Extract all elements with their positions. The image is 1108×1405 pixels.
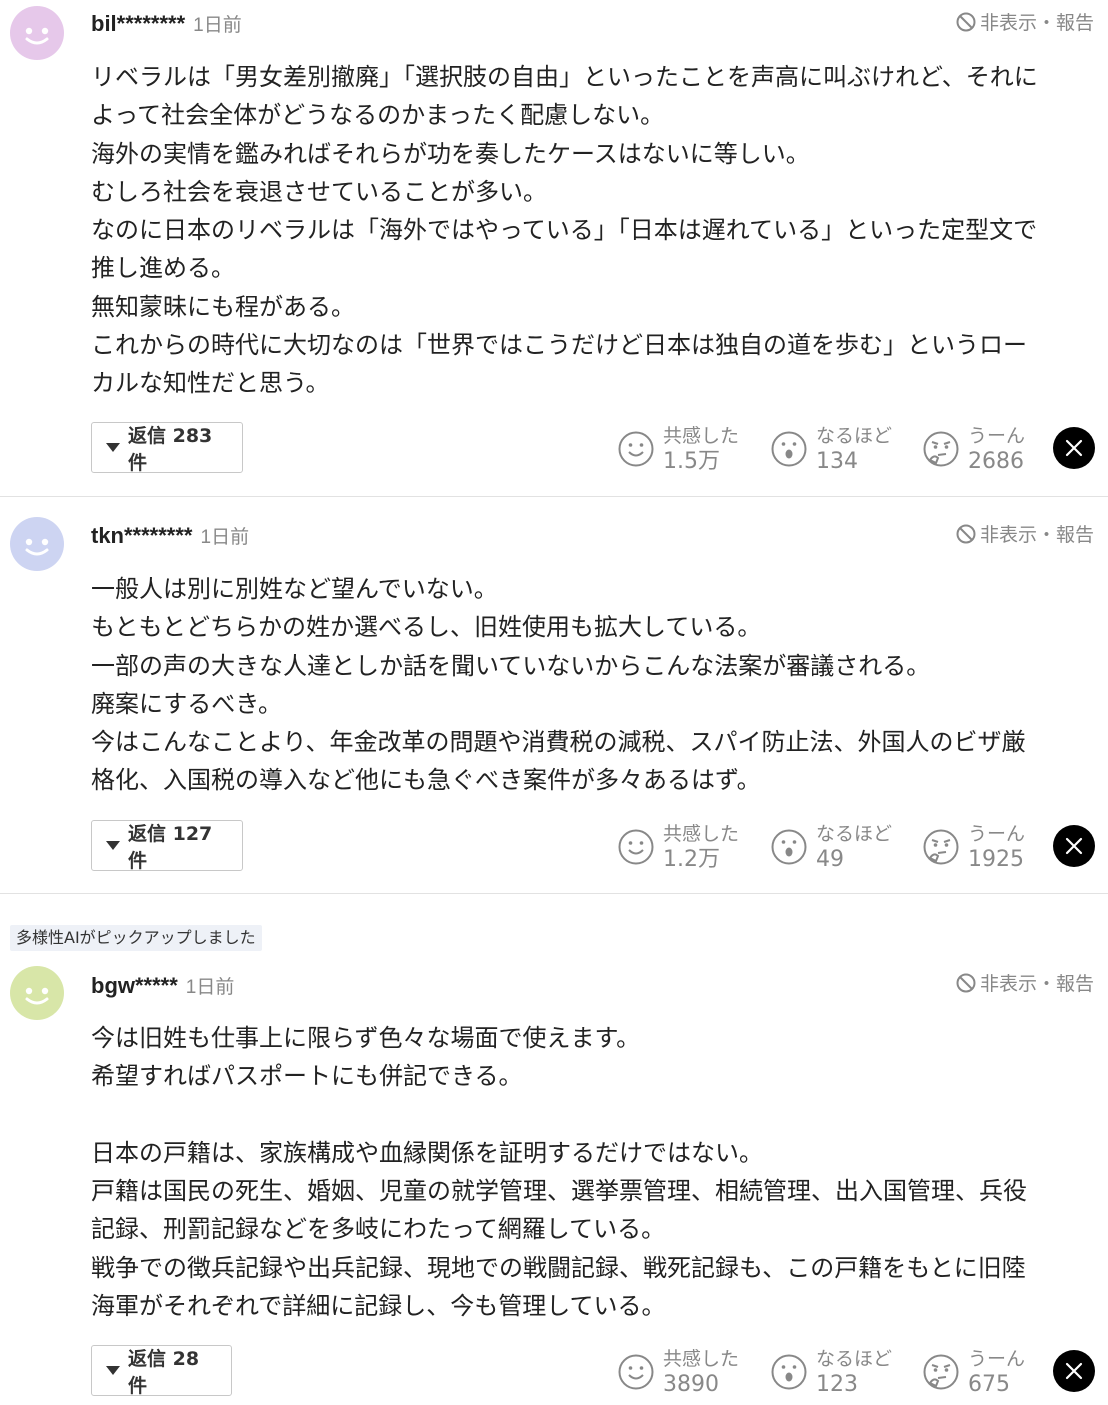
report-label: 非表示・報告 xyxy=(979,524,1094,546)
replies-label: 返信 283件 xyxy=(128,424,213,474)
report-label: 非表示・報告 xyxy=(979,973,1094,995)
comment-body: リベラルは「男女差別撤廃」「選択肢の自由」といったことを声高に叫ぶけれど、それに… xyxy=(91,63,1038,398)
triangle-down-icon xyxy=(106,443,120,452)
x-logo-icon xyxy=(1065,1362,1083,1380)
reaction-label: なるほど xyxy=(816,1348,893,1370)
reaction-empathy[interactable]: 共感した 3890 xyxy=(617,1346,739,1398)
reaction-label: うーん xyxy=(968,1348,1026,1370)
hide-report-link[interactable]: 非表示・報告 xyxy=(955,8,1094,35)
replies-label: 返信 28件 xyxy=(128,1347,200,1397)
divider xyxy=(0,893,1108,894)
report-label: 非表示・報告 xyxy=(979,12,1094,34)
reaction-count: 1.5万 xyxy=(663,449,720,474)
thinking-face-icon xyxy=(923,1354,959,1390)
avatar[interactable] xyxy=(10,966,64,1020)
reaction-label: 共感した xyxy=(663,425,740,447)
username[interactable]: bil******** 1日前 xyxy=(91,10,242,37)
reaction-empathy[interactable]: 共感した 1.5万 xyxy=(617,423,739,475)
x-logo-icon xyxy=(1065,439,1083,457)
reaction-insight[interactable]: なるほど 49 xyxy=(770,821,892,873)
reaction-count: 1.2万 xyxy=(663,847,720,872)
divider xyxy=(0,496,1108,497)
timestamp: 1日前 xyxy=(200,527,250,548)
comment-body: 一般人は別に別姓など望んでいない。 もともとどちらかの姓か選べるし、旧姓使用も拡… xyxy=(91,575,1026,795)
x-logo-icon xyxy=(1065,837,1083,855)
smile-face-icon xyxy=(618,431,654,467)
smiley-avatar-icon xyxy=(25,27,49,45)
reaction-label: 共感した xyxy=(663,823,740,845)
reaction-hmm[interactable]: うーん 1925 xyxy=(922,821,1025,873)
replies-label: 返信 127件 xyxy=(128,822,213,872)
smile-face-icon xyxy=(618,1354,654,1390)
surprised-face-icon xyxy=(771,829,807,865)
reaction-count: 2686 xyxy=(968,449,1024,474)
username[interactable]: bgw***** 1日前 xyxy=(91,972,234,999)
block-icon xyxy=(956,12,976,31)
smiley-avatar-icon xyxy=(25,538,49,556)
avatar[interactable] xyxy=(10,6,64,60)
block-icon xyxy=(956,524,976,543)
triangle-down-icon xyxy=(106,1366,120,1375)
timestamp: 1日前 xyxy=(193,15,242,36)
reaction-hmm[interactable]: うーん 675 xyxy=(922,1346,1025,1398)
share-x-button[interactable] xyxy=(1053,1350,1095,1392)
reaction-insight[interactable]: なるほど 134 xyxy=(770,423,892,475)
reaction-label: 共感した xyxy=(663,1348,740,1370)
smiley-avatar-icon xyxy=(25,987,49,1005)
reaction-count: 3890 xyxy=(663,1372,719,1397)
reaction-hmm[interactable]: うーん 2686 xyxy=(922,423,1025,475)
triangle-down-icon xyxy=(106,841,120,850)
replies-button[interactable]: 返信 28件 xyxy=(91,1345,232,1397)
hide-report-link[interactable]: 非表示・報告 xyxy=(955,520,1094,547)
reaction-count: 123 xyxy=(816,1372,858,1397)
thinking-face-icon xyxy=(923,829,959,865)
share-x-button[interactable] xyxy=(1053,825,1095,867)
share-x-button[interactable] xyxy=(1053,427,1095,469)
reaction-empathy[interactable]: 共感した 1.2万 xyxy=(617,821,739,873)
ai-pickup-badge: 多様性AIがピックアップしました xyxy=(10,925,262,951)
comment-body: 今は旧姓も仕事上に限らず色々な場面で使えます。 希望すればパスポートにも併記でき… xyxy=(91,1024,1027,1321)
surprised-face-icon xyxy=(771,1354,807,1390)
reaction-label: うーん xyxy=(968,823,1026,845)
thinking-face-icon xyxy=(923,431,959,467)
avatar[interactable] xyxy=(10,517,64,571)
replies-button[interactable]: 返信 283件 xyxy=(91,422,243,474)
reaction-insight[interactable]: なるほど 123 xyxy=(770,1346,892,1398)
reaction-count: 1925 xyxy=(968,847,1024,872)
smile-face-icon xyxy=(618,829,654,865)
reaction-count: 134 xyxy=(816,449,858,474)
block-icon xyxy=(956,973,976,992)
username[interactable]: tkn******** 1日前 xyxy=(91,522,249,549)
timestamp: 1日前 xyxy=(185,977,235,998)
surprised-face-icon xyxy=(771,431,807,467)
replies-button[interactable]: 返信 127件 xyxy=(91,820,243,872)
reaction-label: なるほど xyxy=(816,823,893,845)
reaction-count: 675 xyxy=(968,1372,1010,1397)
reaction-label: うーん xyxy=(968,425,1026,447)
reaction-label: なるほど xyxy=(816,425,893,447)
reaction-count: 49 xyxy=(816,847,844,872)
hide-report-link[interactable]: 非表示・報告 xyxy=(955,969,1094,996)
